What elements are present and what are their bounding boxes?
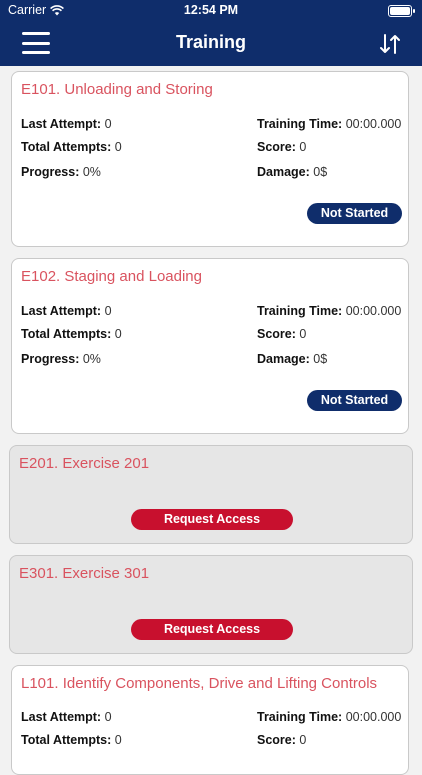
card-title: E101. Unloading and Storing	[21, 81, 213, 98]
progress-field: Progress: 0%	[21, 165, 101, 179]
battery-icon	[388, 5, 415, 17]
training-card-e101[interactable]: E101. Unloading and Storing Last Attempt…	[11, 71, 409, 247]
last-attempt-field: Last Attempt: 0	[21, 117, 112, 131]
training-card-e102[interactable]: E102. Staging and Loading Last Attempt: …	[11, 258, 409, 434]
training-time-field: Training Time: 00:00.000	[257, 710, 402, 724]
total-attempts-field: Total Attempts: 0	[21, 327, 122, 341]
card-title: E301. Exercise 301	[19, 565, 150, 582]
training-card-e201: E201. Exercise 201 Request Access	[9, 445, 413, 544]
status-button[interactable]: Not Started	[307, 390, 402, 411]
total-attempts-field: Total Attempts: 0	[21, 733, 122, 747]
request-access-button[interactable]: Request Access	[131, 509, 293, 530]
score-field: Score: 0	[257, 733, 307, 747]
clock: 12:54 PM	[183, 3, 239, 17]
last-attempt-field: Last Attempt: 0	[21, 304, 112, 318]
status-bar: Carrier 12:54 PM	[0, 0, 422, 22]
progress-field: Progress: 0%	[21, 352, 101, 366]
card-title: E102. Staging and Loading	[21, 268, 202, 285]
card-title: E201. Exercise 201	[19, 455, 150, 472]
sort-icon[interactable]	[378, 32, 402, 56]
training-time-field: Training Time: 00:00.000	[257, 304, 402, 318]
status-button[interactable]: Not Started	[307, 203, 402, 224]
training-card-l101[interactable]: L101. Identify Components, Drive and Lif…	[11, 665, 409, 775]
request-access-button[interactable]: Request Access	[131, 619, 293, 640]
score-field: Score: 0	[257, 140, 307, 154]
damage-field: Damage: 0$	[257, 352, 328, 366]
page-title: Training	[175, 32, 246, 52]
last-attempt-field: Last Attempt: 0	[21, 710, 112, 724]
total-attempts-field: Total Attempts: 0	[21, 140, 122, 154]
training-card-e301: E301. Exercise 301 Request Access	[9, 555, 413, 654]
score-field: Score: 0	[257, 327, 307, 341]
training-time-field: Training Time: 00:00.000	[257, 117, 402, 131]
navigation-bar: Carrier 12:54 PM Training	[0, 0, 422, 66]
card-title: L101. Identify Components, Drive and Lif…	[21, 675, 378, 692]
damage-field: Damage: 0$	[257, 165, 328, 179]
